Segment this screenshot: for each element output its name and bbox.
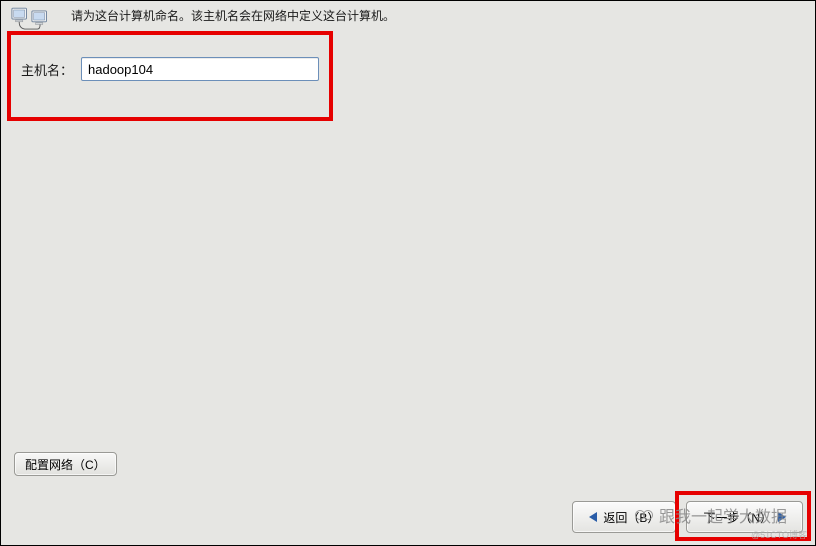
hostname-label: 主机名：: [21, 60, 73, 79]
arrow-right-icon: [778, 512, 786, 522]
next-button-label: 下一步（N）: [703, 509, 772, 526]
instruction-text: 请为这台计算机命名。该主机名会在网络中定义这台计算机。: [71, 5, 395, 24]
hostname-input[interactable]: [81, 57, 319, 81]
configure-network-button[interactable]: 配置网络（C）: [14, 452, 117, 476]
next-button[interactable]: 下一步（N）: [686, 501, 803, 533]
arrow-left-icon: [589, 512, 597, 522]
hostname-highlight-box: 主机名：: [7, 31, 333, 121]
nav-buttons: 返回（B） 下一步（N）: [1, 501, 815, 533]
back-button[interactable]: 返回（B）: [572, 501, 676, 533]
back-button-label: 返回（B）: [603, 509, 659, 526]
